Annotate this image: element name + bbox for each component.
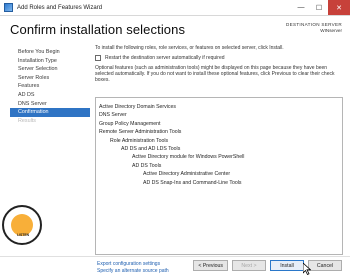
feature-item: Group Policy Management bbox=[99, 120, 161, 127]
footer-divider bbox=[0, 256, 350, 257]
wizard-steps-nav: Before You Begin Installation Type Server … bbox=[10, 48, 90, 125]
optional-features-text: Optional features (such as administratio… bbox=[95, 65, 335, 83]
feature-item: Active Directory Administrative Center bbox=[143, 171, 231, 178]
feature-item: DNS Server bbox=[99, 112, 127, 119]
listen-badge-text: LISTEN bbox=[16, 233, 30, 237]
feature-item: Active Directory module for Windows Powe… bbox=[132, 154, 245, 161]
feature-item: Role Administration Tools bbox=[110, 137, 169, 144]
wizard-buttons: < Previous Next > Install Cancel bbox=[189, 260, 342, 271]
nav-step-ad-ds[interactable]: AD DS bbox=[10, 91, 90, 100]
footer-links: Export configuration settings Specify an… bbox=[97, 261, 169, 275]
nav-step-installation-type[interactable]: Installation Type bbox=[10, 57, 90, 66]
export-config-link[interactable]: Export configuration settings bbox=[97, 261, 169, 268]
restart-checkbox[interactable] bbox=[95, 55, 101, 61]
minimize-button[interactable]: — bbox=[292, 0, 310, 15]
feature-item: Active Directory Domain Services bbox=[99, 104, 176, 110]
wizard-app-icon bbox=[4, 3, 13, 12]
nav-step-before-you-begin[interactable]: Before You Begin bbox=[10, 48, 90, 57]
restart-label: Restart the destination server automatic… bbox=[105, 55, 225, 61]
next-button[interactable]: Next > bbox=[232, 260, 266, 271]
nav-step-confirmation[interactable]: Confirmation bbox=[10, 108, 90, 117]
close-button[interactable]: ✕ bbox=[328, 0, 350, 15]
cancel-button[interactable]: Cancel bbox=[308, 260, 342, 271]
restart-option[interactable]: Restart the destination server automatic… bbox=[95, 55, 343, 61]
window-title: Add Roles and Features Wizard bbox=[17, 4, 103, 11]
destination-server: DESTINATION SERVER WINserver bbox=[286, 22, 342, 34]
nav-step-server-selection[interactable]: Server Selection bbox=[10, 65, 90, 74]
feature-item: AD DS Tools bbox=[132, 162, 162, 169]
nav-step-server-roles[interactable]: Server Roles bbox=[10, 74, 90, 83]
nav-step-features[interactable]: Features bbox=[10, 82, 90, 91]
feature-item: AD DS and AD LDS Tools bbox=[121, 146, 181, 153]
destination-server-value: WINserver bbox=[320, 28, 342, 33]
window-controls: — ☐ ✕ bbox=[292, 0, 350, 15]
mouse-cursor-icon bbox=[303, 263, 311, 275]
title-bar: Add Roles and Features Wizard — ☐ ✕ bbox=[0, 0, 350, 16]
features-list[interactable]: Active Directory Domain Services DNS Serv… bbox=[95, 97, 343, 255]
nav-step-results: Results bbox=[18, 117, 36, 124]
nav-step-dns-server[interactable]: DNS Server bbox=[10, 100, 90, 109]
listen-badge: LISTEN bbox=[2, 205, 42, 245]
alternate-source-link[interactable]: Specify an alternate source path bbox=[97, 268, 169, 275]
intro-text: To install the following roles, role ser… bbox=[95, 45, 284, 51]
previous-button[interactable]: < Previous bbox=[193, 260, 228, 271]
feature-item: Remote Server Administration Tools bbox=[99, 129, 182, 136]
page-title: Confirm installation selections bbox=[10, 22, 186, 37]
content-area: To install the following roles, role ser… bbox=[95, 45, 343, 83]
maximize-button[interactable]: ☐ bbox=[310, 0, 328, 15]
feature-item: AD DS Snap-Ins and Command-Line Tools bbox=[143, 179, 242, 186]
install-button[interactable]: Install bbox=[270, 260, 304, 271]
